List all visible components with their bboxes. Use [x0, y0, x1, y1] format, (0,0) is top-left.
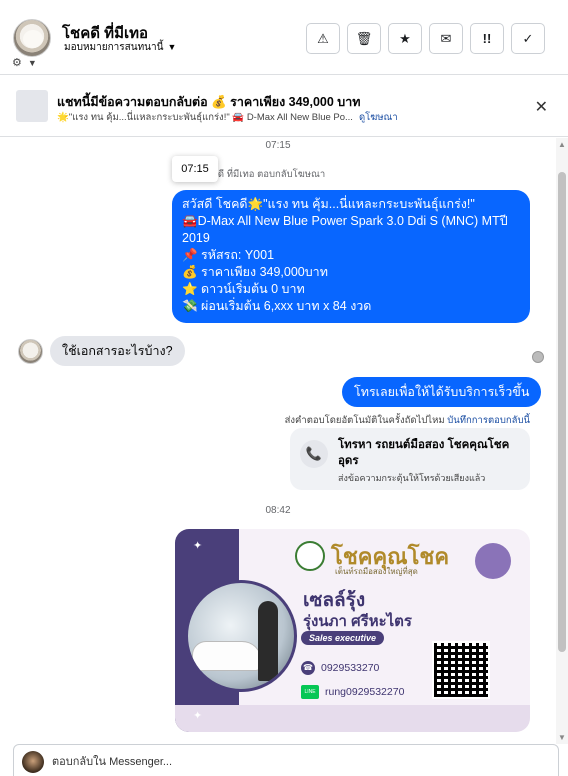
timestamp: 07:15 [265, 140, 291, 151]
salesperson-photo [185, 580, 297, 692]
ad-thumbnail[interactable] [16, 90, 48, 122]
time-tooltip: 07:15 [172, 156, 218, 182]
ad-title: แชทนี้มีข้อความตอบกลับต่อ 💰 ราคาเพียง 34… [57, 95, 361, 109]
promo-line: สวัสดี โชคดี🌟"แรง ทน คุ้ม...นี่แหละกระบะ… [182, 197, 475, 211]
save-reply-prompt: ส่งคำตอบโดยอัตโนมัติในครั้งถัดไปไหม บันท… [285, 413, 530, 428]
decorative-circle [475, 543, 511, 579]
call-request-card[interactable]: 📞 โทรหา รถยนต์มือสอง โชคคุณโชค อุดร ส่งข… [290, 428, 530, 490]
page-avatar [22, 751, 44, 773]
ad-context-banner: แชทนี้มีข้อความตอบกลับต่อ 💰 ราคาเพียง 34… [0, 75, 568, 137]
promo-line: ⭐ ดาวน์เริ่มต้น 0 บาท [182, 282, 305, 296]
chat-scrollbar[interactable]: ▲ ▼ [556, 138, 568, 744]
promo-line: 💸 ผ่อนเริ่มต้น 6,xxx บาท x 84 งวด [182, 299, 372, 313]
message-composer [13, 744, 559, 776]
sales-fullname: รุ่งนภา ศรีหะไตร [303, 613, 412, 630]
promo-line: 2019 [182, 231, 210, 245]
ad-reply-note: โชคดี ที่มีเทอ ตอบกลับโฆษณา [200, 169, 326, 180]
scroll-down-icon[interactable]: ▼ [558, 733, 566, 742]
filter-settings-icon[interactable]: ⚙ ▼ [12, 56, 37, 69]
promo-message-bubble[interactable]: สวัสดี โชคดี🌟"แรง ทน คุ้ม...นี่แหละกระบะ… [172, 190, 530, 323]
report-button[interactable]: ⚠ [306, 23, 340, 54]
scroll-up-icon[interactable]: ▲ [558, 140, 566, 149]
qr-code [432, 641, 490, 699]
call-card-title: โทรหา รถยนต์มือสอง โชคคุณโชค อุดร [338, 439, 510, 467]
chevron-down-icon: ▼ [167, 42, 177, 52]
card-bottom-band [175, 705, 530, 732]
sales-phone: ☎ 0929533270 [301, 661, 379, 675]
phone-number: 0929533270 [321, 661, 380, 674]
dealer-logo [295, 541, 325, 571]
mark-unread-button[interactable]: ✉ [429, 23, 463, 54]
sales-title: Sales executive [301, 631, 385, 645]
assign-label: มอบหมายการสนทนานี้ [64, 42, 164, 53]
auto-note-text: ส่งคำตอบโดยอัตโนมัติในครั้งถัดไปไหม [284, 415, 445, 426]
star-button[interactable]: ★ [388, 23, 422, 54]
seen-avatar-indicator [532, 351, 544, 363]
sparkle-icon: ✦ [193, 540, 203, 552]
message-thread: 07:15 07:15 โชคดี ที่มีเทอ ตอบกลับโฆษณา … [0, 138, 556, 744]
timestamp: 08:42 [265, 505, 291, 516]
contact-avatar[interactable] [13, 19, 51, 57]
check-icon: ✓ [522, 30, 534, 46]
sales-line-id: LINE rung0929532270 [301, 685, 404, 699]
promo-line: 💰 ราคาเพียง 349,000บาท [182, 265, 328, 279]
business-card-image[interactable]: ✦ ✦ โชคคุณโชค เต็นท์รถมือสองใหญ่ที่สุด เ… [175, 529, 530, 732]
phone-icon: 📞 [300, 440, 328, 468]
conversation-header: ⚙ ▼ โชคดี ที่มีเทอ มอบหมายการสนทนานี้ ▼ ⚠ … [0, 0, 568, 75]
reply-input[interactable] [52, 753, 532, 771]
call-card-subtitle: ส่งข้อความกระตุ้นให้โทรด้วยเสียงแล้ว [338, 473, 486, 483]
line-id: rung0929532270 [325, 685, 405, 698]
car-image [192, 641, 262, 671]
incoming-message-bubble[interactable]: ใช้เอกสารอะไรบ้าง? [50, 336, 185, 366]
close-icon[interactable]: ✕ [535, 97, 548, 117]
outgoing-message-bubble[interactable]: โทรเลยเพื่อให้ได้รับบริการเร็วขึ้น [342, 377, 542, 407]
promo-line: 🚘D-Max All New Blue Power Spark 3.0 Ddi … [182, 214, 508, 228]
phone-icon: ☎ [301, 661, 315, 675]
header-action-buttons: ⚠ 🗑 ★ ✉ !! ✓ [306, 23, 545, 54]
person-image [258, 601, 278, 681]
sparkle-icon: ✦ [193, 710, 203, 722]
warning-icon: ⚠ [317, 30, 329, 46]
star-icon: ★ [399, 30, 411, 46]
ad-subtitle: 🌟"แรง ทน คุ้ม...นี่แหละกระบะพันธุ์แกร่ง!… [57, 110, 398, 125]
assign-conversation-dropdown[interactable]: มอบหมายการสนทนานี้ ▼ [64, 40, 176, 55]
delete-button[interactable]: 🗑 [347, 23, 381, 54]
ad-subtitle-text: 🌟"แรง ทน คุ้ม...นี่แหละกระบะพันธุ์แกร่ง!… [57, 112, 353, 123]
save-reply-link[interactable]: บันทึกการตอบกลับนี้ [447, 415, 530, 426]
view-ad-link[interactable]: ดูโฆษณา [359, 112, 398, 123]
sender-avatar[interactable] [18, 339, 43, 364]
trash-icon: 🗑 [355, 30, 373, 46]
line-app-icon: LINE [301, 685, 319, 699]
promo-line: 📌 รหัสรถ: Y001 [182, 248, 275, 262]
spam-button[interactable]: !! [470, 23, 504, 54]
scrollbar-thumb[interactable] [558, 172, 566, 652]
exclamation-icon: !! [482, 31, 492, 46]
done-button[interactable]: ✓ [511, 23, 545, 54]
envelope-icon: ✉ [440, 30, 452, 46]
dealer-tagline: เต็นท์รถมือสองใหญ่ที่สุด [335, 567, 418, 576]
